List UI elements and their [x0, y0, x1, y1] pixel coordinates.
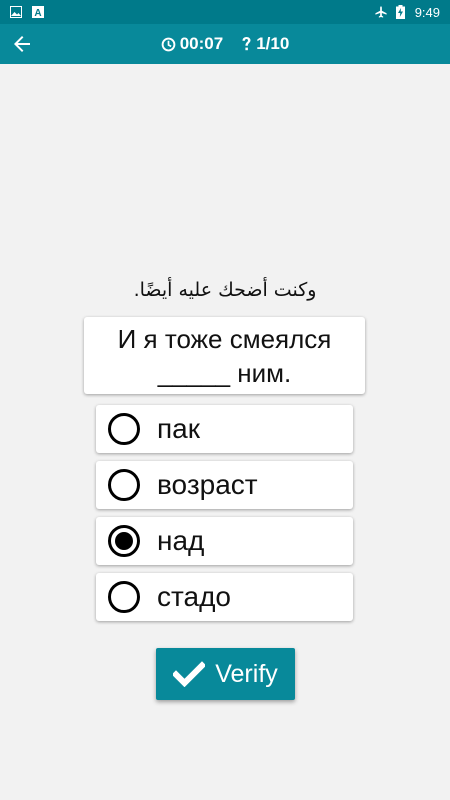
radio-button[interactable]: [108, 413, 140, 445]
option-label: возраст: [157, 469, 258, 500]
option-4[interactable]: стадо: [96, 573, 353, 621]
option-label: пак: [157, 413, 200, 444]
option-2[interactable]: возраст: [96, 461, 353, 509]
question-progress: 1/10: [241, 34, 289, 54]
check-icon: [173, 661, 206, 687]
question-card: И я тоже смеялся _____ ним.: [84, 317, 365, 394]
sentence-line-1: И я тоже смеялся: [117, 323, 332, 354]
svg-text:A: A: [34, 8, 41, 18]
a-icon: A: [32, 6, 44, 18]
timer: 00:07: [161, 34, 223, 54]
sentence-line-2: _____ ним.: [157, 357, 292, 388]
image-icon: [10, 6, 22, 18]
question-icon: [242, 37, 251, 51]
timer-text: 00:07: [179, 34, 224, 53]
radio-button-selected[interactable]: [108, 525, 140, 557]
clock-icon: [161, 37, 176, 51]
airplane-icon: [375, 6, 387, 18]
radio-button[interactable]: [108, 581, 140, 613]
verify-label: Verify: [215, 659, 278, 688]
radio-button[interactable]: [108, 469, 140, 501]
status-time: 9:49: [414, 4, 440, 20]
app-bar: 00:07 1/10: [0, 24, 450, 64]
source-sentence: وكنت أضحك عليه أيضًا.: [133, 279, 317, 301]
option-label: стадо: [157, 581, 231, 612]
option-label: над: [157, 525, 205, 556]
option-3[interactable]: над: [96, 517, 353, 565]
verify-button[interactable]: Verify: [156, 648, 295, 700]
progress-text: 1/10: [256, 34, 290, 53]
status-bar: A 9:49: [0, 0, 450, 24]
battery-charging-icon: [395, 5, 407, 19]
option-1[interactable]: пак: [96, 405, 353, 453]
